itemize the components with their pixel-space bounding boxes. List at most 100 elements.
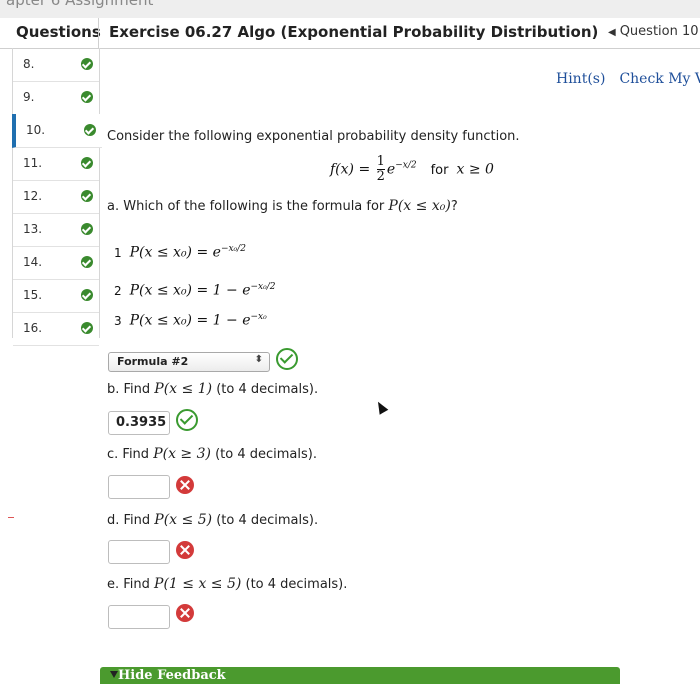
option-number: 2 xyxy=(114,283,122,298)
option-exponent: −x₀/2 xyxy=(220,244,246,254)
part-e-prefix: e. Find xyxy=(107,577,155,592)
triangle-down-icon xyxy=(110,671,118,678)
part-a-prefix: a. Which of the following is the formula… xyxy=(107,199,389,214)
hide-feedback-button[interactable]: Hide Feedback xyxy=(100,667,620,684)
option-exponent: −x₀/2 xyxy=(250,282,276,292)
pdf-for: for xyxy=(430,162,449,178)
pdf-numerator: 1 xyxy=(376,154,385,169)
option-2: 2 P(x ≤ x₀) = 1 − e−x₀/2 xyxy=(114,282,275,299)
option-expression: P(x ≤ x₀) = 1 − e xyxy=(129,312,251,329)
incorrect-icon xyxy=(176,476,194,494)
question-sidebar: 8. 9. 10. 11. 12. 13. 14. 15. 16. xyxy=(12,48,102,346)
hint-links: Hint(s) Check My V xyxy=(556,71,700,87)
header-bar: Questions Exercise 06.27 Algo (Exponenti… xyxy=(0,18,700,49)
sidebar-item-number: 16. xyxy=(23,321,43,335)
part-e-question: e. Find P(1 ≤ x ≤ 5) (to 4 decimals). xyxy=(107,576,347,592)
mouse-cursor-icon xyxy=(373,399,389,415)
pdf-lhs: f(x) = xyxy=(330,161,375,178)
option-number: 1 xyxy=(114,245,122,260)
part-c-suffix: (to 4 decimals). xyxy=(210,447,317,462)
check-icon xyxy=(81,58,93,70)
part-e-math: P(1 ≤ x ≤ 5) xyxy=(154,576,242,592)
part-d-suffix: (to 4 decimals). xyxy=(212,513,319,528)
part-b-math: P(x ≤ 1) xyxy=(154,381,213,397)
problem-intro: Consider the following exponential proba… xyxy=(107,129,520,144)
part-c-answer-input[interactable] xyxy=(108,475,170,499)
part-a-question: a. Which of the following is the formula… xyxy=(107,198,458,214)
part-a-suffix: ? xyxy=(450,199,458,214)
sidebar-item-number: 15. xyxy=(23,288,43,302)
sidebar-item-12[interactable]: 12. xyxy=(13,180,99,214)
check-icon xyxy=(81,91,93,103)
pdf-formula: f(x) = 1 2 e−x/2 for x ≥ 0 xyxy=(330,155,494,184)
part-a-math: P(x ≤ x₀) xyxy=(388,198,451,214)
part-d-prefix: d. Find xyxy=(107,513,155,528)
check-my-work-link[interactable]: Check My V xyxy=(619,71,700,87)
pdf-exponent: −x/2 xyxy=(395,160,417,171)
left-edge-mark xyxy=(8,517,14,518)
sidebar-item-number: 11. xyxy=(23,156,43,170)
pdf-denominator: 2 xyxy=(376,169,385,184)
assignment-title: apter 6 Assignment xyxy=(6,0,154,9)
sidebar-item-8[interactable]: 8. xyxy=(13,48,99,82)
part-c-math: P(x ≥ 3) xyxy=(153,446,211,462)
option-expression: P(x ≤ x₀) = 1 − e xyxy=(129,282,251,299)
sidebar-item-13[interactable]: 13. xyxy=(13,213,99,247)
option-exponent: −x₀ xyxy=(250,312,267,322)
part-c-question: c. Find P(x ≥ 3) (to 4 decimals). xyxy=(107,446,317,462)
formula-select[interactable]: Formula #2 ⬍ xyxy=(108,352,270,372)
questions-heading: Questions xyxy=(16,23,101,41)
top-strip: apter 6 Assignment xyxy=(0,0,700,19)
check-icon xyxy=(81,157,93,169)
pdf-e: e xyxy=(386,161,396,178)
part-b-answer-value: 0.3935 xyxy=(116,415,167,430)
pdf-domain: x ≥ 0 xyxy=(456,161,494,178)
select-caret-icon: ⬍ xyxy=(254,354,263,365)
option-3: 3 P(x ≤ x₀) = 1 − e−x₀ xyxy=(114,312,267,329)
correct-icon xyxy=(176,409,198,431)
sidebar-item-16[interactable]: 16. xyxy=(13,312,99,346)
sidebar-item-number: 8. xyxy=(23,57,35,71)
question-nav[interactable]: ◀ Question 10 xyxy=(608,24,699,39)
sidebar-item-15[interactable]: 15. xyxy=(13,279,99,313)
sidebar-item-number: 12. xyxy=(23,189,43,203)
part-d-answer-input[interactable] xyxy=(108,540,170,564)
exercise-title: Exercise 06.27 Algo (Exponential Probabi… xyxy=(109,23,599,41)
sidebar-item-number: 9. xyxy=(23,90,35,104)
sidebar-item-number: 10. xyxy=(26,123,46,137)
sidebar-item-14[interactable]: 14. xyxy=(13,246,99,280)
pdf-fraction: 12 xyxy=(376,154,385,184)
check-icon xyxy=(81,289,93,301)
sidebar-item-10[interactable]: 10. xyxy=(12,114,102,148)
option-expression: P(x ≤ x₀) = e xyxy=(129,244,221,261)
sidebar-item-11[interactable]: 11. xyxy=(13,147,99,181)
sidebar-item-9[interactable]: 9. xyxy=(13,81,99,115)
header-divider xyxy=(98,18,99,48)
part-e-answer-input[interactable] xyxy=(108,605,170,629)
question-nav-label[interactable]: Question 10 xyxy=(620,24,699,39)
part-e-suffix: (to 4 decimals). xyxy=(241,577,348,592)
check-icon xyxy=(81,322,93,334)
correct-icon xyxy=(276,348,298,370)
part-b-answer-input[interactable]: 0.3935 xyxy=(108,411,170,435)
hide-feedback-label: Hide Feedback xyxy=(118,668,226,683)
option-number: 3 xyxy=(114,313,122,328)
chevron-left-icon[interactable]: ◀ xyxy=(608,27,616,38)
sidebar-item-number: 14. xyxy=(23,255,43,269)
part-b-question: b. Find P(x ≤ 1) (to 4 decimals). xyxy=(107,381,318,397)
check-icon xyxy=(81,190,93,202)
hints-link[interactable]: Hint(s) xyxy=(556,71,605,87)
sidebar-item-number: 13. xyxy=(23,222,43,236)
incorrect-icon xyxy=(176,604,194,622)
part-d-question: d. Find P(x ≤ 5) (to 4 decimals). xyxy=(107,512,318,528)
part-c-prefix: c. Find xyxy=(107,447,154,462)
part-d-math: P(x ≤ 5) xyxy=(154,512,213,528)
part-b-prefix: b. Find xyxy=(107,382,155,397)
incorrect-icon xyxy=(176,541,194,559)
option-1: 1 P(x ≤ x₀) = e−x₀/2 xyxy=(114,244,246,261)
check-icon xyxy=(84,124,96,136)
part-b-suffix: (to 4 decimals). xyxy=(212,382,319,397)
check-icon xyxy=(81,223,93,235)
check-icon xyxy=(81,256,93,268)
formula-select-value: Formula #2 xyxy=(117,355,189,368)
